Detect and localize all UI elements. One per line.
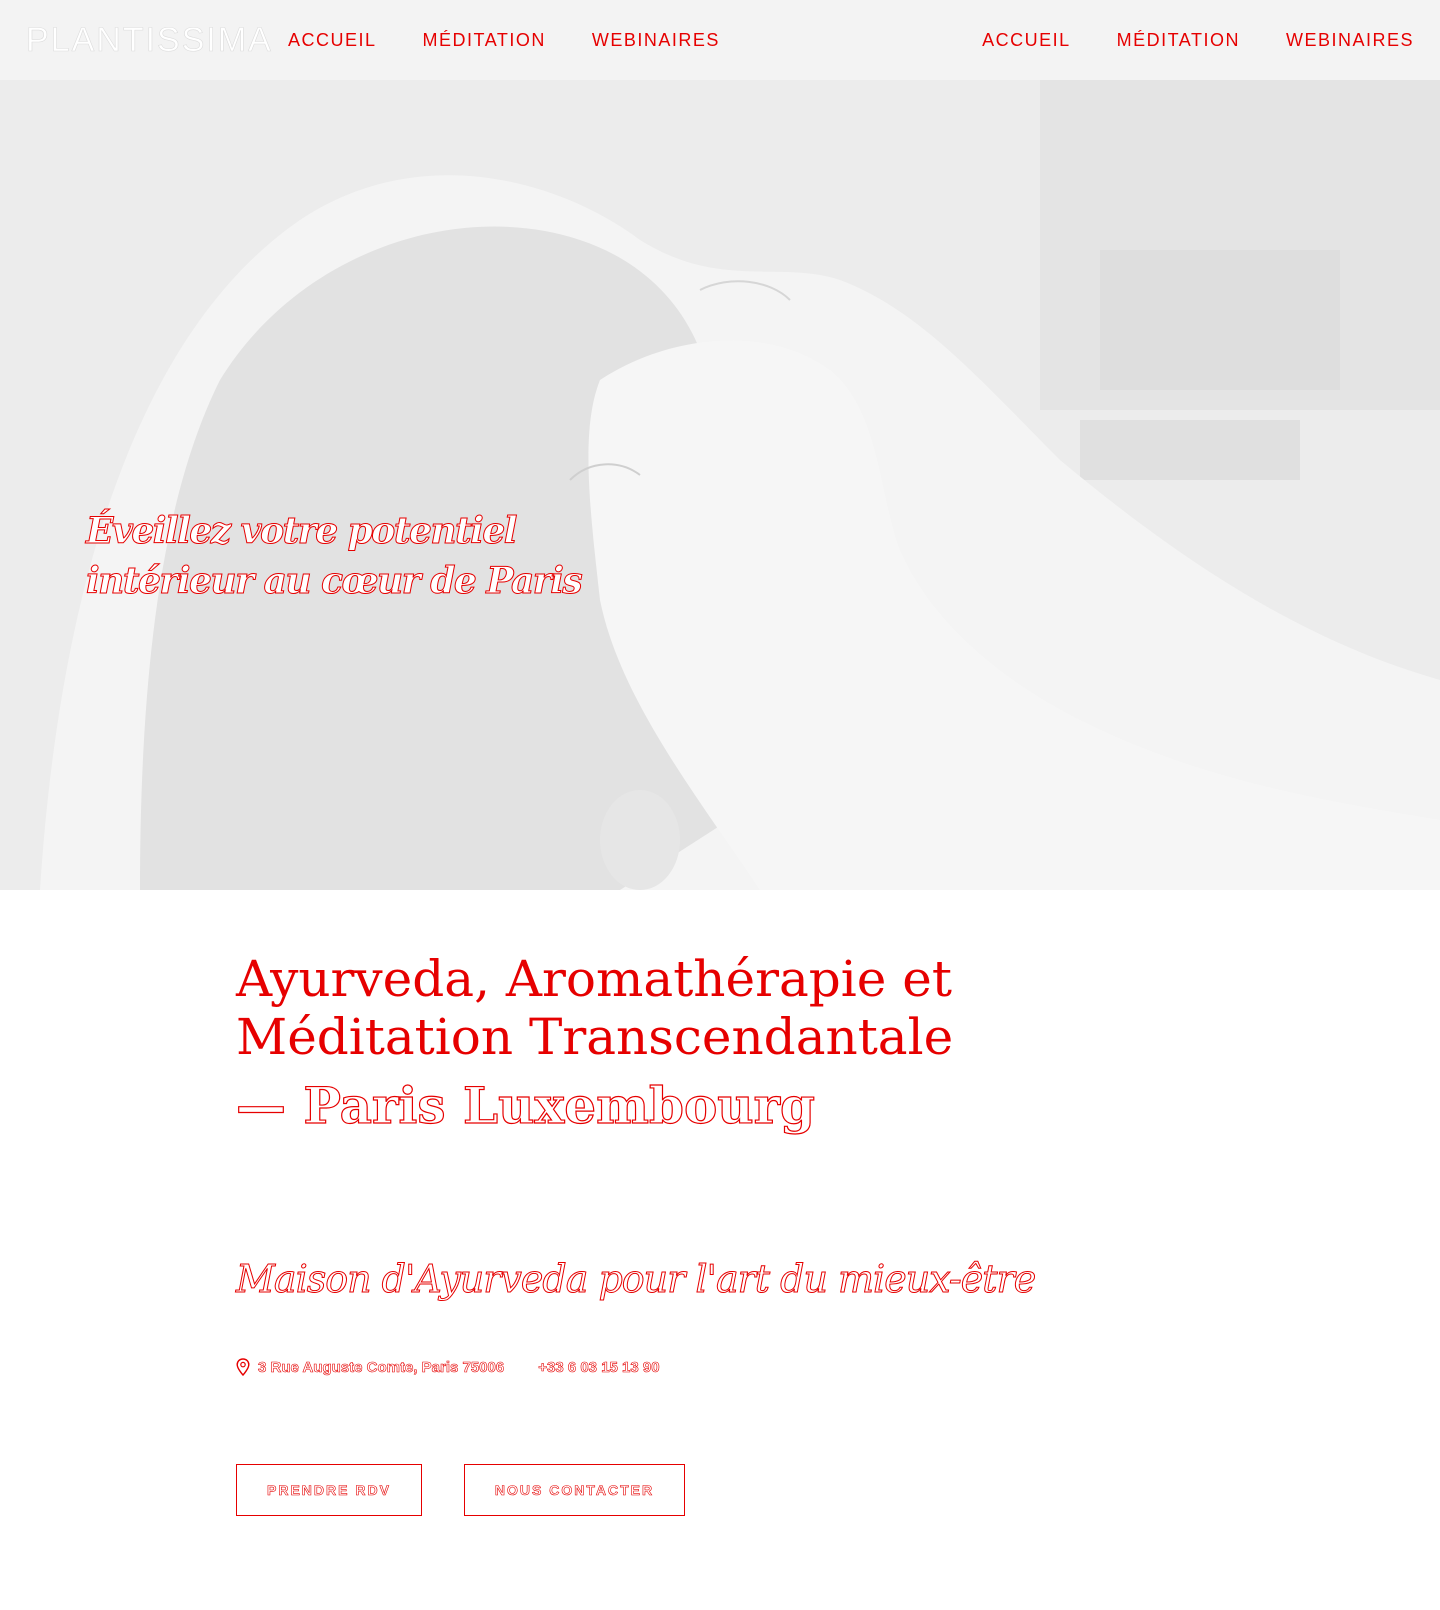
tagline: Maison d'Ayurveda pour l'art du mieux-êt… [236,1257,1037,1302]
hero-title-line-1: Éveillez votre potentiel [86,510,518,553]
book-appointment-button[interactable]: PRENDRE RDV [236,1464,422,1516]
nav-right-link-webinaires[interactable]: WEBINAIRES [1286,28,1414,52]
logo-wordmark: PLANTISSIMA [26,21,273,60]
contact-info: 3 Rue Auguste Comte, Paris 75006 +33 6 0… [236,1358,1236,1376]
secondary-nav: ACCUEIL MÉDITATION WEBINAIRES [982,28,1414,52]
page-subheading: — Paris Luxembourg [235,1075,815,1135]
phone-link[interactable]: +33 6 03 15 13 90 [538,1358,660,1376]
primary-nav: ACCUEIL MÉDITATION WEBINAIRES [288,28,720,52]
nav-right-link-meditation[interactable]: MÉDITATION [1117,28,1240,52]
page-heading: Ayurveda, Aromathérapie et Méditation Tr… [236,950,954,1066]
hero-title: Éveillez votre potentiel intérieur au cœ… [85,506,606,606]
nav-link-meditation[interactable]: MÉDITATION [423,28,546,52]
address-text: 3 Rue Auguste Comte, Paris 75006 [258,1358,505,1376]
hero-image [0,80,1440,890]
intro-section: Ayurveda, Aromathérapie et Méditation Tr… [235,950,1236,1516]
map-pin-icon [236,1358,250,1376]
address-item[interactable]: 3 Rue Auguste Comte, Paris 75006 [236,1358,505,1376]
contact-us-button[interactable]: NOUS CONTACTER [463,1464,686,1516]
cta-buttons: PRENDRE RDV NOUS CONTACTER [236,1464,1236,1516]
site-header: PLANTISSIMA ACCUEIL MÉDITATION WEBINAIRE… [0,0,1440,80]
brand-logo[interactable]: PLANTISSIMA [26,20,271,60]
nav-link-webinaires[interactable]: WEBINAIRES [592,28,720,52]
hero-title-line-2: intérieur au cœur de Paris [85,560,583,603]
nav-right-link-accueil[interactable]: ACCUEIL [982,28,1071,52]
hero-section: Éveillez votre potentiel intérieur au cœ… [0,80,1440,890]
nav-link-accueil[interactable]: ACCUEIL [288,28,377,52]
